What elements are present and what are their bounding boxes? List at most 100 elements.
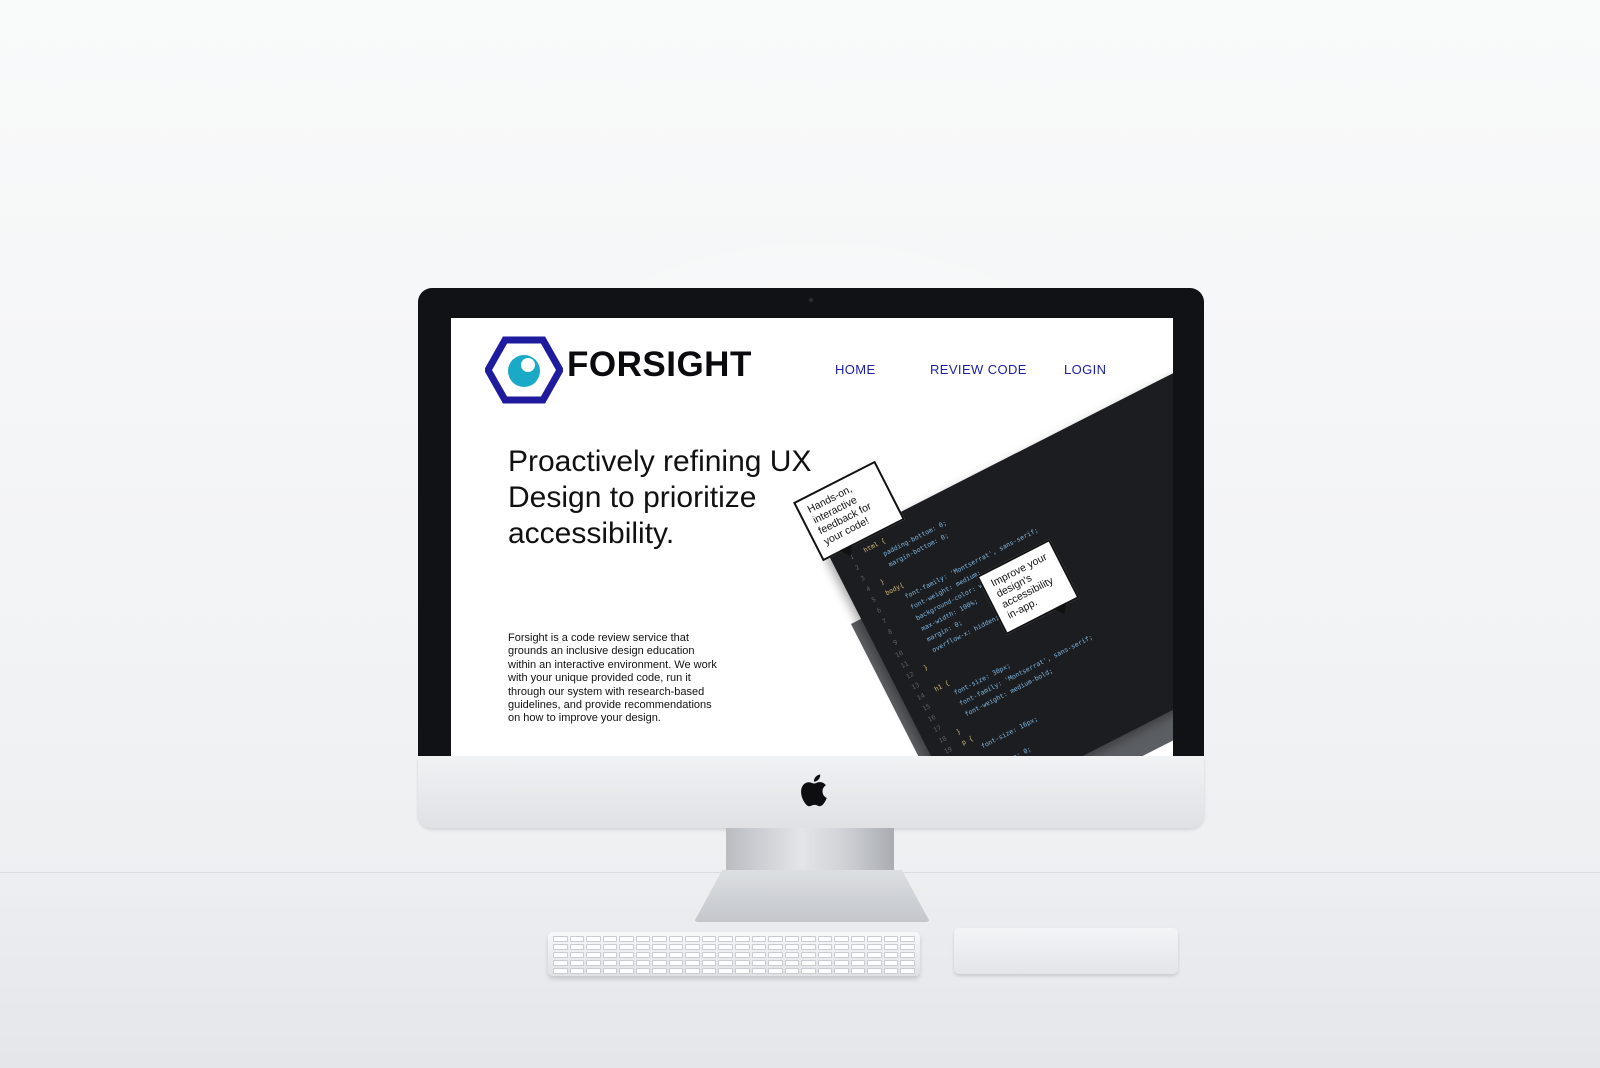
keyboard-key [685,952,700,958]
nav-review-code-link[interactable]: REVIEW CODE [930,362,1027,377]
keyboard-key [668,952,684,958]
keyboard-key [635,968,651,974]
keyboard-key [685,936,700,942]
keyboard-key [867,952,882,958]
keyboard-key [784,944,800,950]
keyboard-key [718,960,733,966]
keyboard-key [817,960,833,966]
keyboard-key [602,944,618,950]
keyboard-key [668,944,684,950]
keyboard-key [817,936,833,942]
keyboard-key [602,952,618,958]
keyboard-key [850,936,866,942]
keyboard-key [652,944,667,950]
keyboard-key [768,944,783,950]
keyboard-key [586,952,601,958]
keyboard-key [701,960,717,966]
keyboard-key [602,968,618,974]
website-screen: FORSIGHT HOME REVIEW CODE LOGIN Proactiv… [451,318,1173,756]
keyboard-key [883,936,899,942]
keyboard-key [619,944,634,950]
keyboard-key [900,968,915,974]
keyboard-key [701,952,717,958]
keyboard-key [817,944,833,950]
monitor-stand-neck [726,828,894,876]
keyboard-key [768,968,783,974]
keyboard-key [801,944,816,950]
keyboard-key [619,960,634,966]
monitor-chin [418,756,1204,828]
camera-icon [809,298,813,302]
keyboard-key [586,944,601,950]
keyboard-key [900,952,915,958]
hexagon-eye-icon[interactable] [485,336,563,404]
keyboard-key [850,952,866,958]
nav-login-link[interactable]: LOGIN [1064,362,1106,377]
keyboard-key [850,944,866,950]
keyboard-key [900,936,915,942]
keyboard-key [768,936,783,942]
keyboard-key [701,944,717,950]
keyboard-key [900,944,915,950]
nav-home-link[interactable]: HOME [835,362,876,377]
keyboard-key [834,944,849,950]
keyboard-key [685,968,700,974]
keyboard-key [652,960,667,966]
keyboard-key [635,936,651,942]
keyboard [548,932,920,976]
keyboard-key [784,952,800,958]
keyboard-key [817,968,833,974]
keyboard-key [784,960,800,966]
keyboard-key [834,968,849,974]
keyboard-key [801,952,816,958]
keyboard-key [619,968,634,974]
keyboard-key [883,944,899,950]
keyboard-key [586,960,601,966]
keyboard-key [652,952,667,958]
keyboard-key [751,952,767,958]
keyboard-key [801,960,816,966]
keyboard-key [652,936,667,942]
keyboard-key [635,960,651,966]
keyboard-key [718,952,733,958]
keyboard-key [619,952,634,958]
keyboard-key [751,936,767,942]
keyboard-key [735,952,750,958]
keyboard-key [652,968,667,974]
keyboard-key [569,936,585,942]
keyboard-key [867,944,882,950]
keyboard-key [834,952,849,958]
code-line: 16 font-family: 'Montserrat', sans-serif… [926,632,1095,724]
keyboard-key [801,968,816,974]
keyboard-key [569,968,585,974]
callout-feedback-text: Hands-on, interactive feedback for your … [805,483,874,548]
keyboard-key [735,936,750,942]
keyboard-key [586,968,601,974]
keyboard-key [735,944,750,950]
keyboard-key [553,936,568,942]
keyboard-key [668,968,684,974]
apple-logo-icon [801,774,827,807]
keyboard-key [751,944,767,950]
keyboard-key [834,960,849,966]
keyboard-key [553,960,568,966]
keyboard-key [569,952,585,958]
keyboard-key [586,936,601,942]
keyboard-key [867,968,882,974]
keyboard-key [735,960,750,966]
keyboard-key [900,960,915,966]
keyboard-key [553,944,568,950]
keyboard-key [768,952,783,958]
keyboard-key [635,944,651,950]
keyboard-key [718,936,733,942]
keyboard-key [619,936,634,942]
keyboard-key [735,968,750,974]
keyboard-key [867,960,882,966]
brand-name[interactable]: FORSIGHT [567,345,752,385]
keyboard-key [834,936,849,942]
keyboard-key [718,968,733,974]
keyboard-key [850,960,866,966]
keyboard-key [751,960,767,966]
keyboard-key [850,968,866,974]
keyboard-key [602,936,618,942]
